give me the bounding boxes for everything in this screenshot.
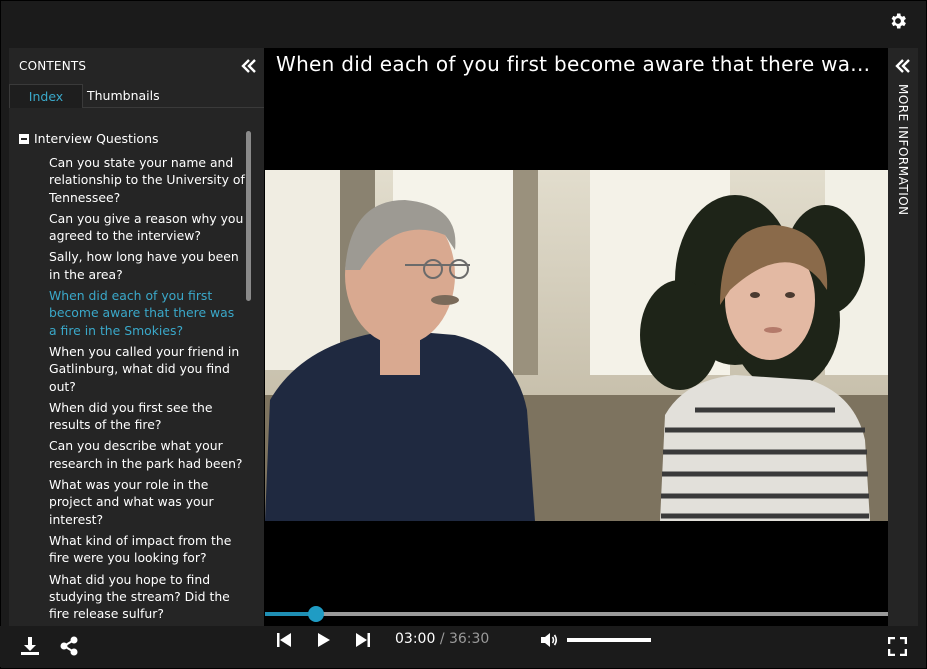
previous-segment-icon[interactable]	[276, 632, 292, 648]
collapse-group-icon[interactable]	[19, 133, 29, 144]
index-item[interactable]: What was your role in the project and wh…	[49, 476, 245, 528]
volume-slider[interactable]	[567, 638, 651, 642]
share-icon[interactable]	[59, 636, 79, 656]
video-scene-image	[265, 170, 888, 521]
volume-icon[interactable]	[540, 632, 558, 648]
current-time: 03:00	[395, 631, 436, 647]
segment-title: When did each of you first become aware …	[276, 52, 871, 76]
index-item[interactable]: When did each of you first become aware …	[49, 287, 245, 339]
index-list: Interview Questions Can you state your n…	[9, 126, 251, 626]
play-icon[interactable]	[316, 632, 332, 648]
top-bar	[1, 1, 926, 41]
next-segment-icon[interactable]	[355, 632, 371, 648]
sidebar-scrollbar[interactable]	[246, 131, 251, 301]
download-icon[interactable]	[19, 635, 41, 657]
index-item[interactable]: Sally, how long have you been in the are…	[49, 248, 245, 283]
tab-index[interactable]: Index	[9, 84, 83, 108]
contents-sidebar: CONTENTS Index Thumbnails Interview Ques…	[9, 48, 264, 626]
contents-heading: CONTENTS	[19, 59, 87, 73]
collapse-left-icon[interactable]	[240, 57, 258, 75]
gear-icon[interactable]	[888, 11, 908, 31]
index-item[interactable]: When did you first see the results of th…	[49, 399, 245, 434]
sidebar-tabs: Index Thumbnails	[9, 84, 264, 108]
tab-thumbnails[interactable]: Thumbnails	[87, 84, 160, 108]
index-item[interactable]: Can you state your name and relationship…	[49, 154, 245, 206]
index-item[interactable]: What kind of impact from the fire were y…	[49, 532, 245, 567]
index-item[interactable]: What did you hope to find studying the s…	[49, 571, 245, 623]
index-item[interactable]: When you called your friend in Gatlinbur…	[49, 343, 245, 395]
duration: 36:30	[448, 631, 490, 647]
index-item[interactable]: Can you describe what your research in t…	[49, 437, 245, 472]
group-label: Interview Questions	[34, 131, 159, 146]
more-information-label: MORE INFORMATION	[896, 84, 910, 216]
group-interview-questions[interactable]: Interview Questions	[19, 131, 159, 146]
time-separator: /	[439, 631, 445, 647]
fullscreen-icon[interactable]	[888, 637, 907, 656]
expand-info-icon[interactable]	[894, 57, 912, 75]
video-frame[interactable]	[265, 170, 888, 521]
time-display: 03:00 / 36:30	[395, 631, 489, 647]
question-list: Can you state your name and relationship…	[49, 154, 245, 626]
seek-bar[interactable]	[265, 606, 888, 622]
more-information-panel[interactable]: MORE INFORMATION	[888, 48, 918, 626]
index-item[interactable]: Can you give a reason why you agreed to …	[49, 210, 245, 245]
